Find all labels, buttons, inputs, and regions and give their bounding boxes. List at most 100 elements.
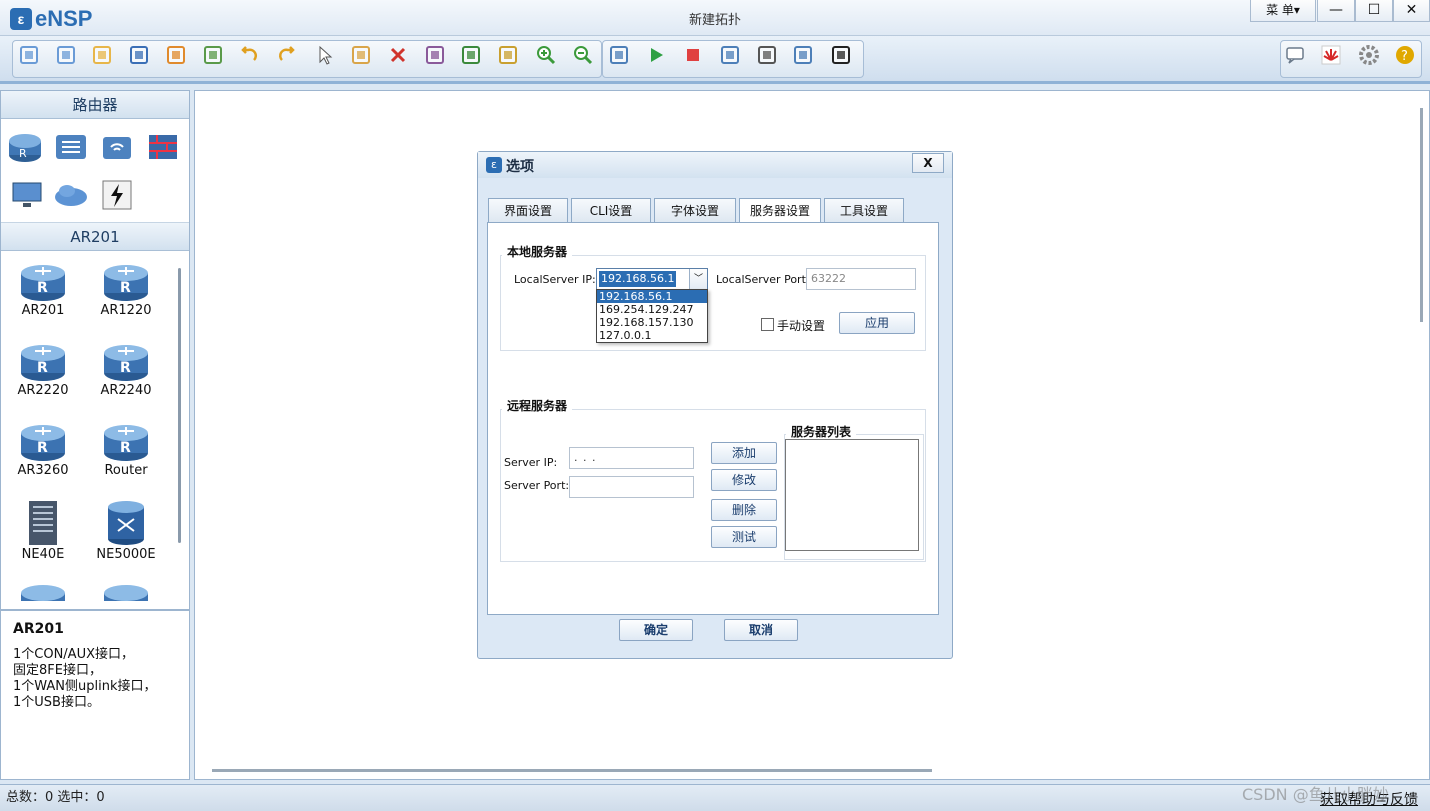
chevron-down-icon[interactable]: ﹀ (689, 269, 707, 289)
new-lab-icon[interactable] (55, 44, 77, 66)
start-icon[interactable] (645, 44, 667, 66)
remote-port-field[interactable] (569, 476, 694, 498)
toolbar: ? (0, 36, 1430, 84)
chat-icon[interactable] (1284, 44, 1306, 66)
device-item[interactable]: R Router (86, 419, 166, 478)
category-icons: R (1, 119, 189, 223)
cancel-button[interactable]: 取消 (724, 619, 798, 641)
server-list[interactable] (785, 439, 919, 551)
dialog-title-bar[interactable]: ε 选项 X (478, 152, 952, 178)
main-menu-button[interactable]: 菜 单▾ (1250, 0, 1316, 22)
router-icon: R (104, 345, 148, 381)
device-item[interactable]: R AR2240 (86, 339, 166, 398)
router-icon: R (21, 345, 65, 381)
settings-icon[interactable] (1358, 44, 1380, 66)
device-item[interactable]: NE5000E (86, 499, 166, 562)
svg-text:R: R (37, 280, 48, 296)
device-item[interactable]: R AR3260 (3, 419, 83, 478)
ip-option[interactable]: 127.0.0.1 (597, 329, 707, 342)
hand-icon[interactable] (350, 44, 372, 66)
category-header: 路由器 (1, 91, 189, 119)
firewall-category-icon[interactable] (145, 129, 181, 165)
rectangle-icon[interactable] (497, 44, 519, 66)
router-icon (21, 585, 65, 601)
zoom-out-icon[interactable] (572, 44, 594, 66)
router-icon: R (21, 265, 65, 301)
device-list: R AR201 R AR1220 R AR2220 R AR2240 R AR3260 R Route… (1, 251, 189, 601)
tab-cli-settings[interactable]: CLI设置 (571, 198, 651, 223)
router-icon: R (104, 265, 148, 301)
pc-category-icon[interactable] (9, 177, 45, 213)
manual-setting-checkbox[interactable] (761, 318, 774, 331)
save-icon[interactable] (128, 44, 150, 66)
help-icon[interactable]: ? (1394, 44, 1416, 66)
description-title: AR201 (13, 621, 64, 637)
canvas-vertical-scrollbar[interactable] (1420, 108, 1423, 322)
svg-text:R: R (37, 360, 48, 376)
delete-link-icon[interactable] (424, 44, 446, 66)
device-item[interactable]: NE40E (3, 499, 83, 562)
text-icon[interactable] (460, 44, 482, 66)
ne40e-icon (29, 501, 57, 545)
stop-icon[interactable] (682, 44, 704, 66)
dialog-close-button[interactable]: X (912, 153, 944, 173)
local-ip-options: 192.168.56.1 169.254.129.247 192.168.157… (596, 289, 708, 343)
apply-button[interactable]: 应用 (839, 312, 915, 334)
device-item[interactable] (3, 579, 83, 601)
capture-icon[interactable] (719, 44, 741, 66)
delete-icon[interactable] (387, 44, 409, 66)
device-item[interactable]: R AR2220 (3, 339, 83, 398)
minimize-button[interactable]: — (1317, 0, 1355, 22)
tab-ui-settings[interactable]: 界面设置 (488, 198, 568, 223)
manual-setting-label: 手动设置 (777, 319, 826, 333)
device-header: AR201 (1, 223, 189, 251)
wireless-category-icon[interactable] (99, 129, 135, 165)
device-description: AR201 1个CON/AUX接口， 固定8FE接口， 1个WAN侧uplink… (1, 609, 189, 779)
huawei-icon[interactable] (1320, 44, 1342, 66)
description-line: 1个CON/AUX接口， (13, 647, 134, 662)
new-topology-icon[interactable] (18, 44, 40, 66)
local-server-title: 本地服务器 (502, 243, 573, 260)
maximize-button[interactable]: ☐ (1355, 0, 1393, 22)
link-category-icon[interactable] (99, 177, 135, 213)
description-line: 固定8FE接口， (13, 663, 102, 678)
ip-option[interactable]: 192.168.157.130 (597, 316, 707, 329)
topology-icon[interactable] (756, 44, 778, 66)
remote-ip-field[interactable]: . . . (569, 447, 694, 469)
cloud-category-icon[interactable] (53, 177, 89, 213)
open-icon[interactable] (91, 44, 113, 66)
ip-option[interactable]: 192.168.56.1 (597, 290, 707, 303)
test-button[interactable]: 测试 (711, 526, 777, 548)
zoom-in-icon[interactable] (535, 44, 557, 66)
delete-button[interactable]: 删除 (711, 499, 777, 521)
add-button[interactable]: 添加 (711, 442, 777, 464)
local-ip-select[interactable]: 192.168.56.1 ﹀ (596, 268, 708, 290)
watermark: CSDN @鱼儿小胖妙 (1242, 785, 1389, 804)
device-item[interactable] (86, 579, 166, 601)
remote-port-label: Server Port: (504, 479, 570, 492)
modify-button[interactable]: 修改 (711, 469, 777, 491)
canvas-horizontal-scrollbar[interactable] (212, 769, 932, 772)
device-list-scrollbar[interactable] (178, 268, 181, 543)
tab-server-settings[interactable]: 服务器设置 (739, 198, 821, 224)
close-button[interactable]: ✕ (1393, 0, 1430, 22)
local-port-field[interactable]: 63222 (806, 268, 916, 290)
device-item[interactable]: R AR201 (3, 259, 83, 318)
tab-font-settings[interactable]: 字体设置 (654, 198, 736, 223)
screenshot-icon[interactable] (830, 44, 852, 66)
redo-icon[interactable] (276, 44, 298, 66)
print-icon[interactable] (202, 44, 224, 66)
select-icon[interactable] (313, 44, 335, 66)
tab-tool-settings[interactable]: 工具设置 (824, 198, 904, 223)
ok-button[interactable]: 确定 (619, 619, 693, 641)
device-label: AR201 (21, 303, 65, 318)
fit-icon[interactable] (608, 44, 630, 66)
device-item[interactable]: R AR1220 (86, 259, 166, 318)
ip-option[interactable]: 169.254.129.247 (597, 303, 707, 316)
grid-icon[interactable] (792, 44, 814, 66)
router-category-icon[interactable]: R (7, 129, 43, 165)
undo-icon[interactable] (238, 44, 260, 66)
options-dialog: ε 选项 X 界面设置 CLI设置 字体设置 服务器设置 工具设置 本地服务器 … (477, 151, 953, 659)
switch-category-icon[interactable] (53, 129, 89, 165)
save-as-icon[interactable] (165, 44, 187, 66)
